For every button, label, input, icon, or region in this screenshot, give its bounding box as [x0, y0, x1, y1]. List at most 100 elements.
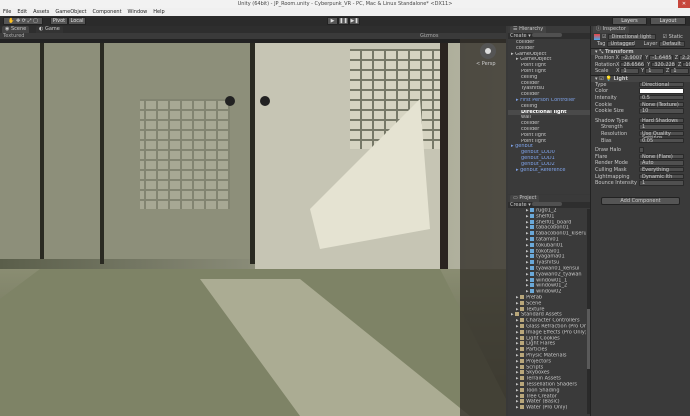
transform-row-position: PositionX-2.9007Y-1.6485Z2.22235 — [591, 55, 690, 62]
layers-dropdown[interactable]: Layers — [612, 17, 647, 25]
inspector-panel: ⓘ Inspector ☑ Directional light ☑ Static… — [590, 26, 690, 416]
pause-button[interactable]: ❚❚ — [338, 17, 349, 25]
property-value[interactable]: Directional — [639, 82, 684, 88]
tab-label: Hierarchy — [519, 26, 543, 32]
project-item-label: Image Effects (Pro Only) — [526, 330, 586, 336]
property-value[interactable]: Hard Shadows — [639, 118, 684, 124]
project-item-label: rug01_2 — [536, 208, 556, 214]
tab-hierarchy[interactable]: ☰ Hierarchy — [510, 26, 546, 33]
property-value[interactable] — [639, 88, 684, 94]
property-value[interactable] — [639, 147, 644, 153]
menu-assets[interactable]: Assets — [33, 8, 49, 16]
menu-component[interactable]: Component — [93, 8, 122, 16]
light-prop-shadow-type: Shadow TypeHard Shadows — [591, 118, 690, 125]
z-field[interactable]: 1 — [670, 68, 689, 74]
hierarchy-item-label: Tyashitsu — [521, 86, 544, 91]
project-item-label: shelf01 — [536, 214, 554, 220]
project-item-label: Projectors — [526, 359, 551, 365]
mesh-icon — [530, 254, 534, 258]
pivot-toggle[interactable]: Pivot — [50, 17, 68, 25]
light-prop-bounce-intensity: Bounce Intensity1 — [591, 180, 690, 187]
project-item-label: tabacobon01_kiseru — [536, 231, 586, 237]
create-dropdown[interactable]: Create — [510, 33, 527, 39]
property-label: Draw Halo — [595, 147, 639, 154]
play-button[interactable]: ▶ — [327, 17, 338, 25]
menu-file[interactable]: File — [3, 8, 11, 16]
axis-label: X — [616, 62, 619, 69]
close-button[interactable]: ✕ — [678, 0, 690, 8]
gameobject-icon — [594, 34, 600, 40]
x-field[interactable]: -2.9007 — [620, 55, 643, 61]
property-value[interactable]: Everything — [639, 167, 684, 173]
active-checkbox[interactable]: ☑ — [602, 33, 606, 41]
folder-icon — [520, 405, 524, 409]
layout-dropdown[interactable]: Layout — [650, 17, 686, 25]
property-label: Resolution — [601, 131, 639, 138]
folder-icon — [520, 330, 524, 334]
projection-label[interactable]: < Persp — [476, 61, 496, 67]
add-component-button[interactable]: Add Component — [601, 197, 680, 205]
property-value[interactable]: 1 — [639, 180, 684, 186]
layer-dropdown[interactable]: Default — [659, 41, 685, 47]
light-prop-intensity: Intensity0.5 — [591, 95, 690, 102]
project-search[interactable] — [532, 202, 562, 206]
project-item[interactable]: ▸ Water (Pro Only) — [508, 405, 586, 411]
light-prop-draw-halo: Draw Halo — [591, 147, 690, 154]
y-field[interactable]: -1.6485 — [649, 55, 672, 61]
z-field[interactable]: 2.22235 — [679, 55, 690, 61]
tab-scene[interactable]: ◉ Scene — [2, 26, 29, 33]
property-label: Color — [595, 88, 639, 95]
menu-window[interactable]: Window — [128, 8, 148, 16]
project-item-label: Terrain Assets — [526, 376, 561, 382]
tag-label: Tag — [597, 41, 605, 48]
property-label: Bias — [601, 138, 639, 145]
light-header[interactable]: ▾ ☑ 💡 Light — [591, 75, 690, 82]
hierarchy-item[interactable]: ▸ genbut_Reference — [508, 168, 590, 174]
tab-inspector[interactable]: ⓘ Inspector — [593, 26, 629, 33]
scene-gizmo-axis[interactable] — [480, 43, 496, 59]
mesh-icon — [530, 249, 534, 253]
property-value[interactable]: Use Quality Settings — [639, 131, 684, 137]
title-bar: Unity (64bit) - JP_Room.unity - Cyberpun… — [0, 0, 690, 8]
tab-game[interactable]: ◐ Game — [36, 26, 63, 33]
hierarchy-item-label: Directional light — [521, 110, 567, 115]
menu-edit[interactable]: Edit — [17, 8, 27, 16]
property-value[interactable]: Auto — [639, 160, 684, 166]
step-button[interactable]: ▶❚ — [349, 17, 360, 25]
tab-project[interactable]: ▭ Project — [510, 195, 539, 202]
y-field[interactable]: 1 — [645, 68, 664, 74]
light-prop-type: TypeDirectional — [591, 82, 690, 89]
hierarchy-toolbar: Create ▾ — [508, 33, 590, 39]
property-value[interactable]: Dynamic Ith — [639, 174, 684, 180]
static-label: Static — [669, 34, 683, 40]
tag-dropdown[interactable]: Untagged — [607, 41, 635, 47]
property-value[interactable]: 0.5 — [639, 95, 684, 101]
x-field[interactable]: 1 — [620, 68, 639, 74]
hierarchy-search[interactable] — [532, 33, 562, 37]
project-item-label: Particles — [526, 347, 547, 353]
property-value[interactable]: None (Texture) — [639, 102, 684, 108]
project-item-label: Toon Shading — [526, 388, 559, 394]
axis-label: Z — [666, 68, 669, 75]
transform-tools[interactable]: ✋ ✥ ⟳ ⤢ ▢ — [3, 17, 43, 25]
static-checkbox[interactable]: ☑ Static — [662, 33, 682, 41]
mesh-icon — [530, 278, 534, 282]
mesh-icon — [530, 283, 534, 287]
menu-bar: File Edit Assets GameObject Component Window H… — [0, 8, 690, 16]
project-item-label: Scene — [526, 301, 541, 307]
hierarchy-item-label: GameObject — [515, 52, 546, 57]
local-toggle[interactable]: Local — [68, 17, 86, 25]
object-name-field[interactable]: Directional light — [608, 34, 656, 40]
scene-view[interactable]: < Persp — [0, 39, 506, 416]
tab-label: Scene — [11, 26, 26, 32]
z-field[interactable]: 19.6247 — [682, 62, 690, 68]
property-value[interactable]: 1 — [639, 124, 684, 130]
menu-help[interactable]: Help — [153, 8, 164, 16]
y-field[interactable]: 320.228 — [651, 62, 676, 68]
menu-gameobject[interactable]: GameObject — [55, 8, 86, 16]
property-value[interactable]: 0.05 — [639, 138, 684, 144]
property-value[interactable]: None (Flare) — [639, 154, 684, 160]
property-value[interactable]: 10 — [639, 108, 684, 114]
transform-header[interactable]: ▾ ⤡ Transform — [591, 48, 690, 55]
x-field[interactable]: 28.6566 — [620, 62, 645, 68]
